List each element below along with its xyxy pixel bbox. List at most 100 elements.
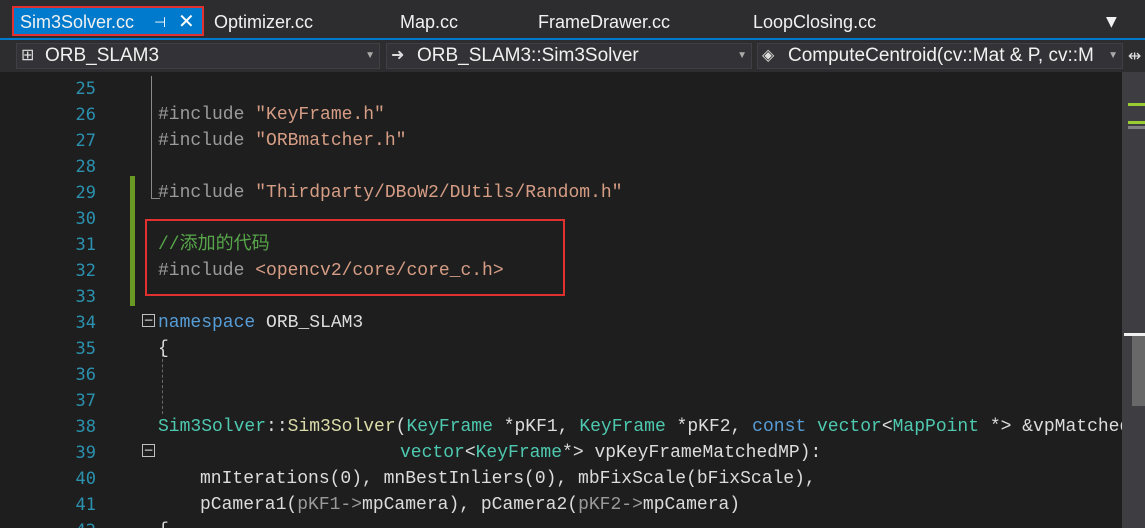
code-line-27: #include "ORBmatcher.h" <box>158 128 1122 154</box>
scrollbar-change-mark <box>1128 103 1145 106</box>
initializer: mpCamera) <box>642 495 741 515</box>
scope-dropdown[interactable]: ➜ ORB_SLAM3::Sim3Solver ▼ <box>386 43 752 69</box>
include-path: "Thirdparty/DBoW2/DUtils/Random.h" <box>255 183 623 203</box>
method-cube-icon: ◈ <box>762 47 775 64</box>
brace: { <box>158 521 169 528</box>
class-name: Sim3Solver <box>158 417 267 437</box>
code-editor[interactable]: 25 26 27 28 29 30 31 32 33 34 35 36 37 3… <box>0 72 1122 528</box>
collapse-namespace-icon[interactable]: − <box>142 314 155 327</box>
keyword: namespace <box>158 313 256 333</box>
type-name: KeyFrame <box>579 417 666 437</box>
param: *> vpKeyFrameMatchedMP): <box>562 443 822 463</box>
scrollbar-change-mark <box>1128 121 1145 124</box>
preprocessor: #include <box>158 183 256 203</box>
tab-highlight-box <box>12 6 204 36</box>
editor-margin <box>0 72 44 528</box>
angle-bracket: < <box>464 443 476 463</box>
tab-loopclosing[interactable]: LoopClosing.cc <box>753 8 876 36</box>
line-number: 39 <box>75 443 96 463</box>
brace: { <box>158 339 169 359</box>
code-line-39: vector<KeyFrame*> vpKeyFrameMatchedMP): <box>158 440 1122 466</box>
code-line-40: mnIterations(0), mnBestInliers(0), mbFix… <box>158 466 1122 492</box>
line-number: 28 <box>75 157 96 177</box>
line-numbers: 25 26 27 28 29 30 31 32 33 34 35 36 37 3… <box>44 76 96 528</box>
tab-list-dropdown-icon[interactable]: ▼ <box>1106 8 1126 36</box>
arrow-right-icon: ➜ <box>391 47 405 64</box>
chevron-down-icon: ▼ <box>737 50 747 61</box>
keyword: const <box>752 417 807 437</box>
chevron-down-icon: ▼ <box>365 50 375 61</box>
collapse-constructor-icon[interactable]: − <box>142 444 155 457</box>
document-tab-strip: Sim3Solver.cc ⊣ ✕ Optimizer.cc Map.cc Fr… <box>0 0 1145 40</box>
line-number: 29 <box>75 183 96 203</box>
param: *> &vpMatched12 <box>989 417 1122 437</box>
line-number: 30 <box>75 209 96 229</box>
paren: ( <box>395 417 407 437</box>
type-name: vector <box>400 443 465 463</box>
scope-operator: :: <box>266 417 288 437</box>
chevron-down-icon: ▼ <box>1108 50 1118 61</box>
line-number: 34 <box>75 313 96 333</box>
project-dropdown[interactable]: ⊞ ORB_SLAM3 ▼ <box>16 43 380 69</box>
line-number: 33 <box>75 287 96 307</box>
code-line-38: Sim3Solver::Sim3Solver(KeyFrame *pKF1, K… <box>158 414 1122 440</box>
scrollbar-change-mark <box>1128 126 1145 129</box>
tab-optimizer[interactable]: Optimizer.cc <box>214 8 313 36</box>
line-number: 38 <box>75 417 96 437</box>
tab-map[interactable]: Map.cc <box>400 8 458 36</box>
line-number: 40 <box>75 469 96 489</box>
function-name: Sim3Solver <box>287 417 396 437</box>
line-number: 27 <box>75 131 96 151</box>
line-number: 35 <box>75 339 96 359</box>
type-name: MapPoint <box>892 417 980 437</box>
tab-framedrawer[interactable]: FrameDrawer.cc <box>538 8 670 36</box>
project-label: ORB_SLAM3 <box>45 45 160 66</box>
namespace-name: ORB_SLAM3 <box>255 313 364 333</box>
include-path: "KeyFrame.h" <box>255 105 385 125</box>
preprocessor: #include <box>158 105 256 125</box>
member-label: ComputeCentroid(cv::Mat & P, cv::M <box>788 45 1094 66</box>
code-line-34: namespace ORB_SLAM3 <box>158 310 1122 336</box>
code-line-42: { <box>158 518 1122 528</box>
line-number: 42 <box>44 518 96 528</box>
added-code-highlight-box <box>145 219 565 296</box>
change-marker <box>130 176 135 202</box>
change-marker <box>130 202 135 306</box>
scope-label: ORB_SLAM3::Sim3Solver <box>417 45 639 66</box>
param-ref: pKF1-> <box>297 495 363 515</box>
code-line-41: pCamera1(pKF1->mpCamera), pCamera2(pKF2-… <box>158 492 1122 518</box>
code-line-29: #include "Thirdparty/DBoW2/DUtils/Random… <box>158 180 1122 206</box>
member-dropdown[interactable]: ◈ ComputeCentroid(cv::Mat & P, cv::M ▼ <box>757 43 1123 69</box>
initializer: mpCamera), pCamera2( <box>362 495 579 515</box>
line-number: 31 <box>75 235 96 255</box>
navigation-bar: ⊞ ORB_SLAM3 ▼ ➜ ORB_SLAM3::Sim3Solver ▼ … <box>0 40 1145 72</box>
code-lines: #include "KeyFrame.h" #include "ORBmatch… <box>158 76 1122 528</box>
initializer: pCamera1( <box>200 495 298 515</box>
code-line-26: #include "KeyFrame.h" <box>158 102 1122 128</box>
type-name: KeyFrame <box>406 417 493 437</box>
line-number: 26 <box>75 105 96 125</box>
line-number: 25 <box>75 79 96 99</box>
scrollbar-thumb[interactable] <box>1132 336 1145 406</box>
param: *pKF1, <box>492 417 580 437</box>
initializer-list: mnIterations(0), mnBestInliers(0), mbFix… <box>200 469 816 489</box>
code-line-35: { <box>158 336 1122 362</box>
type-name: KeyFrame <box>475 443 563 463</box>
param-ref: pKF2-> <box>578 495 643 515</box>
line-number: 32 <box>75 261 96 281</box>
project-icon: ⊞ <box>21 47 35 64</box>
angle-bracket: < <box>881 417 893 437</box>
param: *pKF2, <box>665 417 753 437</box>
include-path: "ORBmatcher.h" <box>255 131 407 151</box>
type-name: vector <box>817 417 882 437</box>
split-window-icon[interactable]: ⇹ <box>1128 46 1141 65</box>
line-number: 36 <box>75 365 96 385</box>
line-number: 41 <box>75 495 96 515</box>
vertical-scrollbar[interactable] <box>1122 72 1145 528</box>
line-number: 37 <box>75 391 96 411</box>
